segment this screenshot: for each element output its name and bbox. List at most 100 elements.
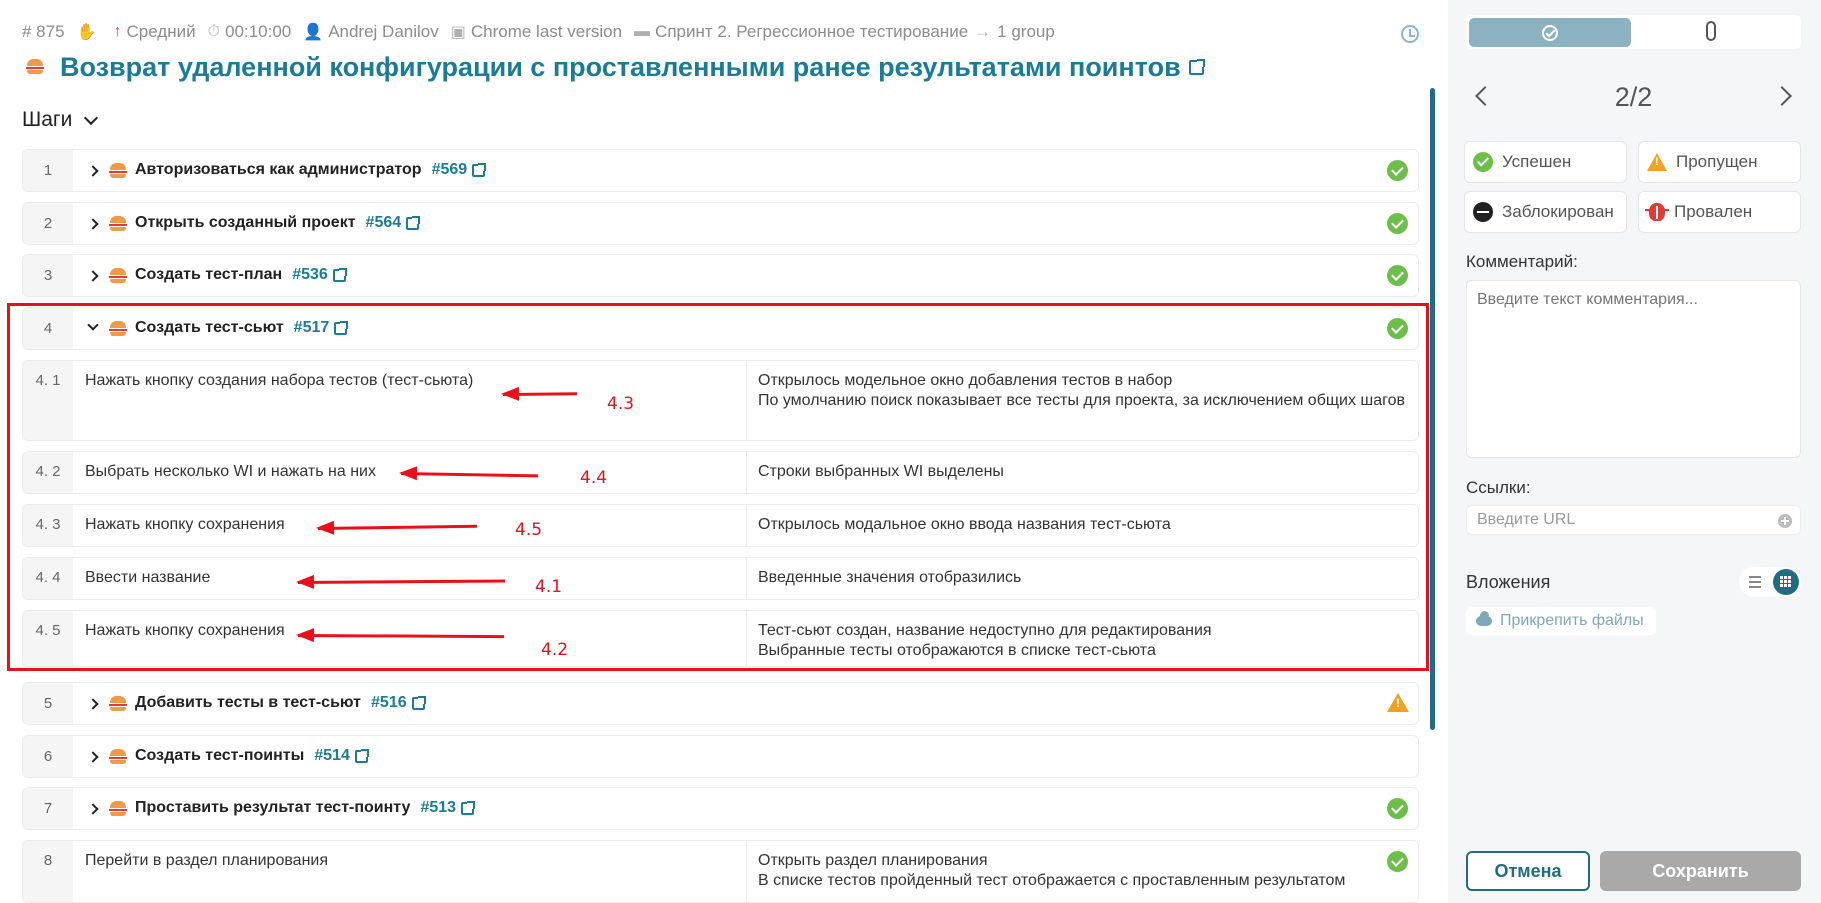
chevron-right-icon[interactable] bbox=[87, 803, 99, 815]
step-link[interactable]: #513 bbox=[420, 799, 476, 817]
meta-hand: ✋ bbox=[77, 22, 102, 42]
cloud-upload-icon bbox=[1476, 611, 1492, 626]
status-blocked-button[interactable]: Заблокирован bbox=[1464, 191, 1627, 233]
add-icon[interactable] bbox=[1778, 514, 1792, 528]
check-circle-icon bbox=[1542, 24, 1558, 41]
step-title: Добавить тесты в тест-сьют bbox=[135, 694, 362, 711]
status-skipped-button[interactable]: Пропущен bbox=[1638, 141, 1801, 183]
annotation-label: 4.1 bbox=[535, 577, 563, 597]
list-view-icon[interactable] bbox=[1749, 576, 1761, 588]
step-title: Авторизоваться как администратор bbox=[135, 161, 422, 178]
step-link[interactable]: #564 bbox=[366, 214, 421, 232]
panel-tabs bbox=[1466, 15, 1801, 49]
external-link-icon bbox=[332, 267, 347, 282]
external-link-icon bbox=[461, 800, 476, 815]
page-title-text: Возврат удаленной конфигурации с простав… bbox=[60, 52, 1181, 82]
environment-icon: ▣ bbox=[450, 24, 466, 41]
history-icon[interactable] bbox=[1401, 25, 1419, 43]
steps-heading: Шаги bbox=[22, 108, 73, 131]
step-link[interactable]: #536 bbox=[292, 266, 347, 284]
step-row[interactable]: 7 Проставить результат тест-поинту #513 bbox=[22, 787, 1419, 830]
burger-icon bbox=[109, 216, 127, 232]
hand-icon: ✋ bbox=[76, 24, 97, 41]
chevron-right-icon[interactable] bbox=[87, 218, 99, 230]
step-title: Открыть созданный проект bbox=[135, 214, 356, 231]
burger-icon bbox=[109, 696, 127, 712]
step-link[interactable]: #569 bbox=[432, 161, 487, 179]
arrow-right-icon: → bbox=[974, 22, 992, 41]
save-button[interactable]: Сохранить bbox=[1600, 851, 1801, 891]
external-link-icon bbox=[411, 695, 426, 710]
step-row[interactable]: 3 Создать тест-план #536 bbox=[22, 254, 1419, 297]
test-run-main: # 875 ✋ ↑ Средний ⏱ 00:10:00 👤 Andrej Danil… bbox=[0, 0, 1446, 903]
step-row[interactable]: 2 Открыть созданный проект #564 bbox=[22, 202, 1419, 245]
result-panel: 2/2 Успешен Пропущен Заблокирован Провал… bbox=[1448, 0, 1821, 903]
step-row[interactable]: 6 Создать тест-поинты #514 bbox=[22, 735, 1419, 778]
passed-status-icon bbox=[1387, 851, 1408, 872]
passed-status-icon bbox=[1387, 265, 1408, 286]
url-input[interactable]: Введите URL bbox=[1466, 505, 1801, 535]
annotation-label: 4.3 bbox=[607, 394, 635, 414]
step-row[interactable]: 5 Добавить тесты в тест-сьют #516 bbox=[22, 682, 1419, 725]
chevron-right-icon[interactable] bbox=[87, 698, 99, 710]
timer-icon: ⏱ bbox=[207, 23, 221, 40]
external-link-icon[interactable] bbox=[1188, 59, 1205, 75]
attach-files-button[interactable]: Прикрепить файлы bbox=[1466, 607, 1656, 635]
check-circle-icon bbox=[1473, 152, 1493, 172]
links-label: Ссылки: bbox=[1466, 478, 1531, 497]
step-title: Создать тест-поинты bbox=[135, 747, 305, 764]
burger-icon bbox=[109, 163, 127, 179]
scrollbar[interactable] bbox=[1430, 88, 1435, 730]
passed-status-icon bbox=[1387, 798, 1408, 819]
step-result: Открыть раздел планирования В списке тест… bbox=[758, 852, 1346, 889]
step-title: Создать тест-план bbox=[135, 266, 283, 283]
arrow-up-icon: ↑ bbox=[113, 23, 122, 40]
burger-icon bbox=[26, 58, 46, 77]
meta-time: ⏱ 00:10:00 bbox=[207, 22, 292, 41]
external-link-icon bbox=[472, 162, 487, 177]
step-link[interactable]: #516 bbox=[371, 694, 426, 712]
skipped-status-icon bbox=[1387, 693, 1409, 712]
meta-priority: ↑ Средний bbox=[113, 22, 196, 41]
tab-result[interactable] bbox=[1469, 18, 1631, 47]
chevron-right-icon[interactable] bbox=[87, 270, 99, 282]
comment-label: Комментарий: bbox=[1466, 252, 1578, 271]
attachments-label: Вложения bbox=[1466, 572, 1551, 592]
user-icon: 👤 bbox=[303, 24, 324, 41]
step-row-plain: 8 Перейти в раздел планирования Открыть … bbox=[22, 840, 1419, 903]
status-failed-button[interactable]: Провален bbox=[1638, 191, 1801, 233]
comment-input[interactable] bbox=[1466, 280, 1801, 458]
annotation-highlight-box bbox=[7, 303, 1429, 671]
meta-environment: ▣ Chrome last version bbox=[450, 22, 623, 41]
folder-icon: ▬ bbox=[634, 23, 651, 40]
chevron-right-icon[interactable] bbox=[87, 165, 99, 177]
meta-path[interactable]: ▬ Спринт 2. Регрессионное тестирование → 1 … bbox=[634, 22, 1055, 42]
result-pager: 2/2 bbox=[1466, 80, 1801, 116]
chevron-down-icon bbox=[84, 110, 99, 125]
external-link-icon bbox=[354, 748, 369, 763]
cancel-button[interactable]: Отмена bbox=[1466, 851, 1590, 891]
paperclip-icon[interactable] bbox=[1706, 21, 1716, 41]
status-passed-button[interactable]: Успешен bbox=[1464, 141, 1627, 183]
burger-icon bbox=[109, 268, 127, 284]
test-meta-row: # 875 ✋ ↑ Средний ⏱ 00:10:00 👤 Andrej Danil… bbox=[22, 21, 1067, 43]
steps-toggle[interactable]: Шаги bbox=[22, 108, 99, 132]
chevron-right-icon[interactable] bbox=[87, 751, 99, 763]
step-row[interactable]: 1 Авторизоваться как администратор #569 bbox=[22, 149, 1419, 192]
burger-icon bbox=[109, 749, 127, 765]
attachments-view-toggle bbox=[1739, 567, 1801, 597]
grid-view-icon[interactable] bbox=[1773, 569, 1799, 595]
page-title: Возврат удаленной конфигурации с простав… bbox=[26, 52, 1205, 83]
meta-author: 👤 Andrej Danilov bbox=[303, 22, 439, 41]
passed-status-icon bbox=[1387, 213, 1408, 234]
burger-icon bbox=[109, 801, 127, 817]
bug-icon bbox=[1645, 203, 1669, 221]
step-title: Проставить результат тест-поинту bbox=[135, 799, 411, 816]
passed-status-icon bbox=[1387, 160, 1408, 181]
meta-id: # 875 bbox=[22, 22, 65, 41]
step-link[interactable]: #514 bbox=[314, 747, 369, 765]
warning-icon bbox=[1647, 153, 1667, 171]
minus-circle-icon bbox=[1473, 202, 1493, 222]
annotation-label: 4.4 bbox=[580, 468, 608, 488]
annotation-label: 4.5 bbox=[515, 520, 543, 540]
